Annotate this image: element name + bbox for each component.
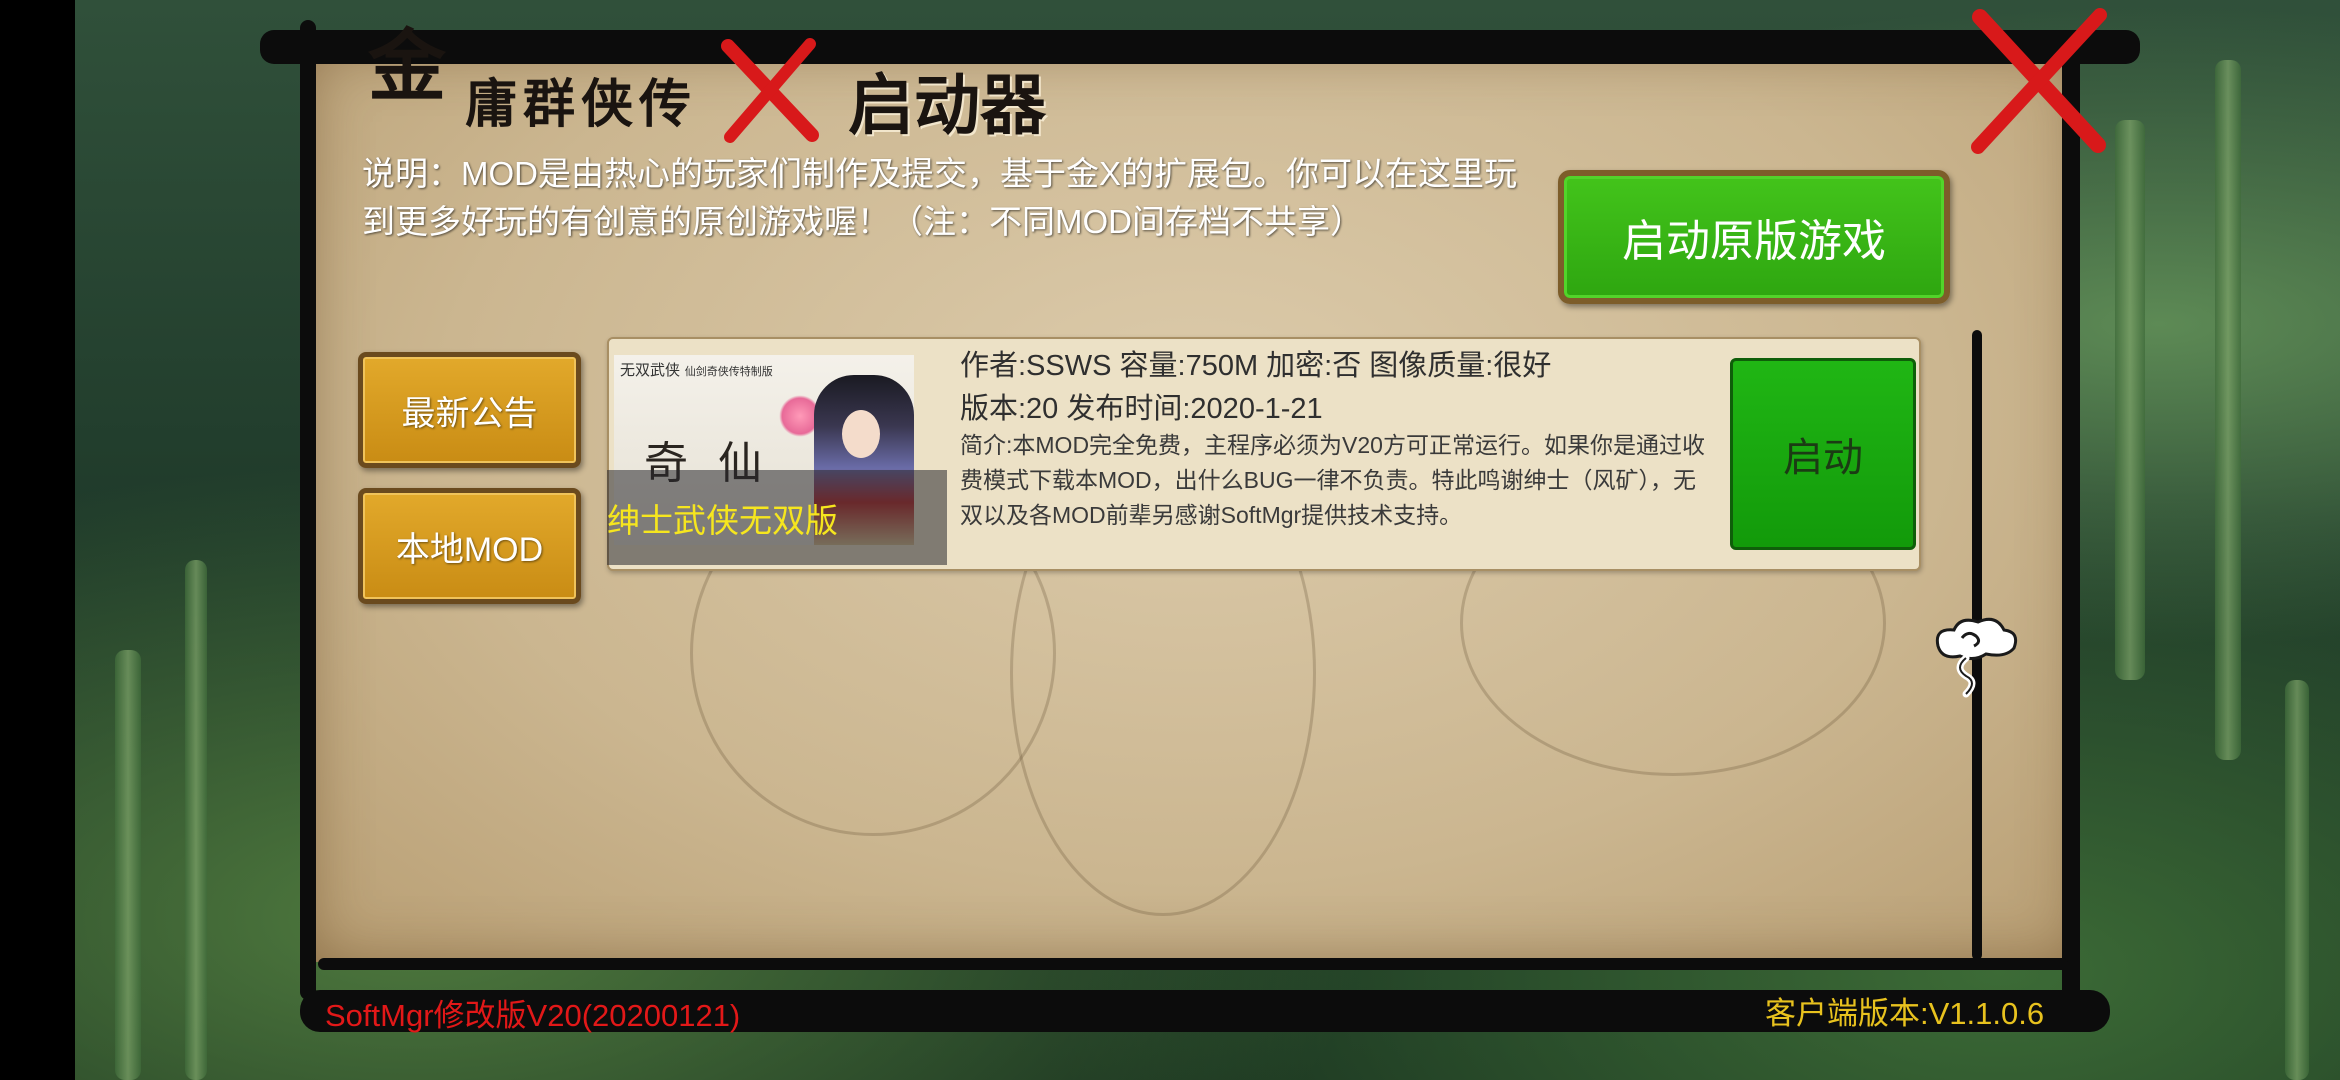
logo-char: 金 bbox=[368, 21, 447, 112]
left-border bbox=[300, 20, 316, 1000]
thumb-tagline: 无双武侠 bbox=[620, 361, 681, 379]
launch-original-game-button[interactable]: 启动原版游戏 bbox=[1558, 170, 1950, 304]
inner-bottom-border bbox=[318, 958, 2068, 970]
mod-launch-button[interactable]: 启动 bbox=[1730, 358, 1916, 550]
mod-meta-author: 作者:SSWS 容量:750M 加密:否 图像质量:很好 bbox=[960, 350, 1552, 382]
mod-meta-version: 版本:20 发布时间:2020-1-21 bbox=[960, 393, 1323, 425]
local-mod-button[interactable]: 本地MOD bbox=[358, 488, 581, 604]
mod-intro: 简介:本MOD完全免费，主程序必须为V20方可正常运行。如果你是通过收费模式下载… bbox=[960, 432, 1705, 528]
edition-label: SoftMgr修改版V20(20200121) bbox=[325, 998, 741, 1033]
close-x-icon[interactable] bbox=[1960, 5, 2115, 155]
top-border bbox=[260, 30, 2140, 64]
character-face bbox=[842, 410, 880, 458]
title-x-brush-icon bbox=[721, 38, 819, 143]
logo-text: 庸群侠传 bbox=[465, 74, 698, 135]
description-text: 说明：MOD是由热心的玩家们制作及提交，基于金X的扩展包。你可以在这里玩到更多好… bbox=[362, 155, 1517, 240]
latest-news-button[interactable]: 最新公告 bbox=[358, 352, 581, 468]
mod-name: 绅士武侠无双版 bbox=[607, 470, 947, 565]
client-version-label: 客户端版本:V1.1.0.6 bbox=[1765, 996, 2045, 1031]
thumb-tagline-small: 仙剑奇侠传特制版 bbox=[684, 365, 773, 378]
page-title: 启动器 bbox=[848, 68, 1046, 142]
right-border bbox=[2062, 40, 2080, 1000]
cloud-icon[interactable] bbox=[1926, 612, 2022, 698]
